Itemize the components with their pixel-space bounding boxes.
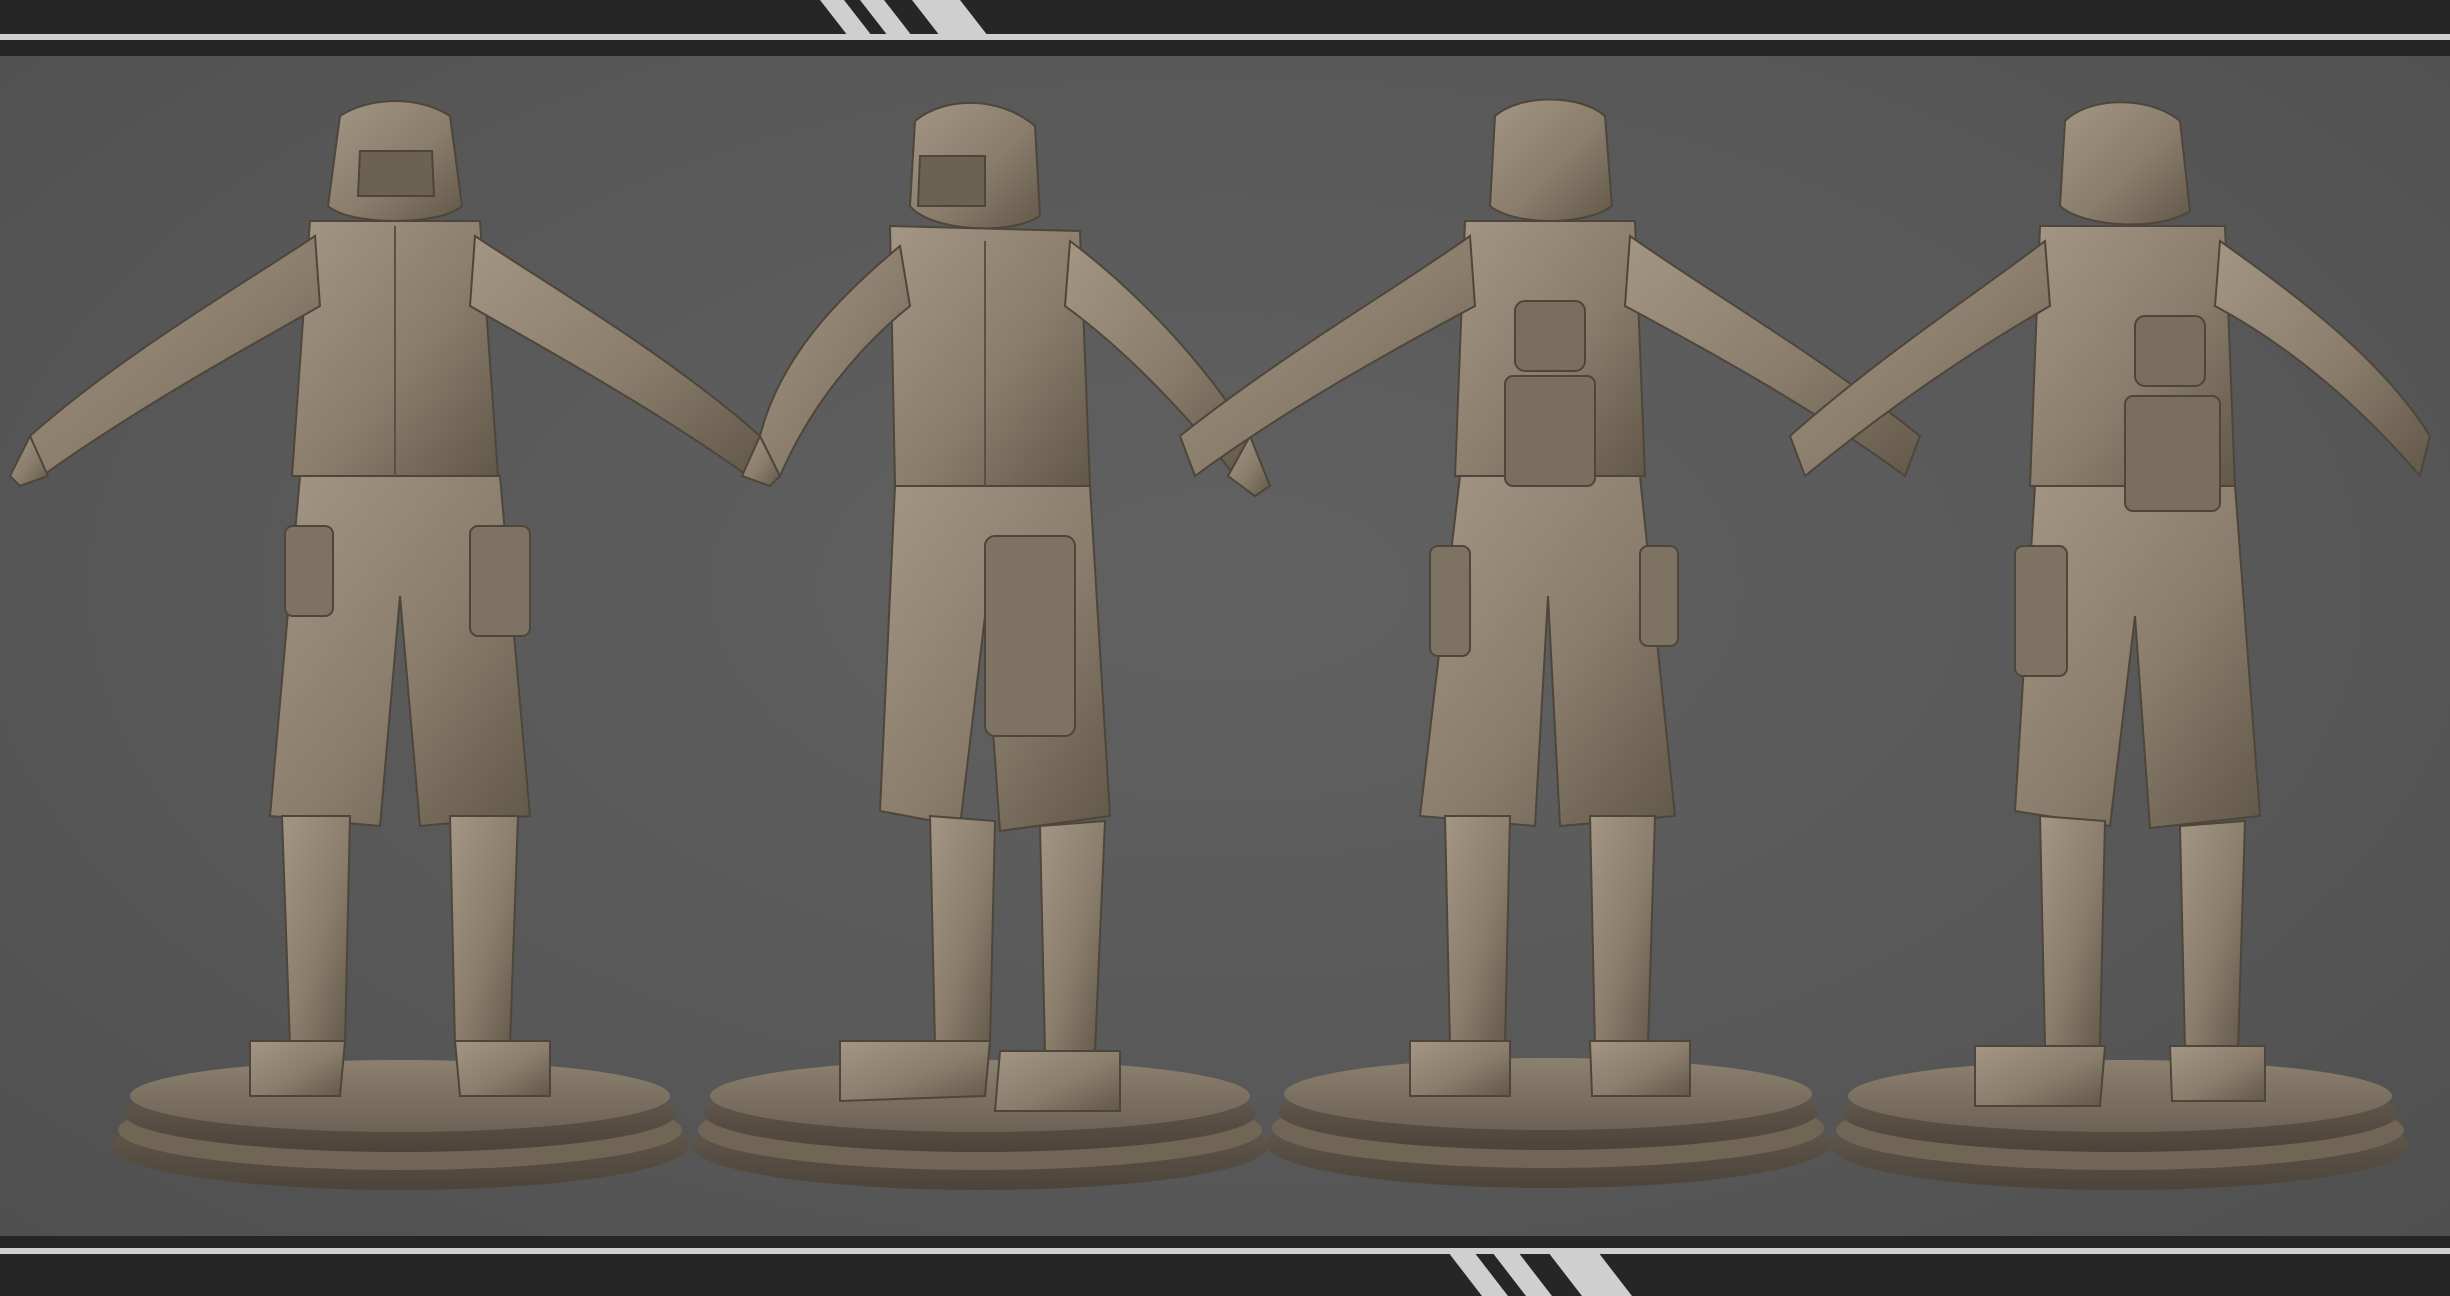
character-turnaround [8,98,2432,1190]
bottom-frame-band [0,1236,2450,1296]
character-three-quarter-back [1788,101,2432,1107]
figure-front-view [8,100,782,1190]
pedestal-back [1266,1058,1830,1188]
character-back [1178,98,1922,1097]
pedestal-three-quarter-back [1830,1060,2410,1190]
top-frame-rule [0,34,2450,40]
bottom-frame-rule [0,1248,2450,1254]
character-front [8,100,782,1097]
figure-three-quarter-back-view [1788,101,2432,1190]
bottom-stripe-decoration [1448,1252,1632,1296]
character-three-quarter-front [758,101,1272,1112]
top-stripe-decoration [820,0,988,36]
figure-three-quarter-front-view [692,101,1272,1190]
top-frame-band [0,0,2450,56]
pedestal-front [112,1060,688,1190]
figure-back-view [1178,98,1922,1188]
